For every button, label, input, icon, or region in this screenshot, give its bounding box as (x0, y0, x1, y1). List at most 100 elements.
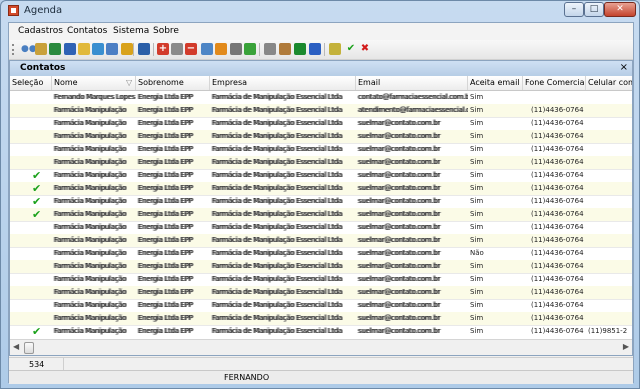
table-row[interactable]: Farmácia Manipulação Energia Ltda EPP Farm… (10, 247, 632, 261)
cell-empresa[interactable]: Farmácia de Manipulação Essencial Ltda (210, 260, 356, 273)
cell-celular-comercial[interactable] (586, 312, 632, 325)
cell-email[interactable]: suelmar@contato.com.br (356, 286, 468, 299)
cell-aceita-email[interactable]: Sim (468, 130, 523, 143)
table-row[interactable]: ✔ Farmácia ManipulaçãoEnergia Ltda EPPFar… (10, 325, 632, 339)
selection-check-icon[interactable]: ✔ (32, 195, 41, 208)
cell-celular-comercial[interactable] (586, 182, 632, 195)
cell-sobrenome[interactable]: Energia Ltda EPP (136, 234, 210, 247)
cell-nome[interactable]: Farmácia Manipulação (52, 182, 136, 195)
cell-empresa[interactable]: Farmácia de Manipulação Essencial Ltda (210, 104, 356, 117)
cell-email[interactable]: suelmar@contato.com.br (356, 299, 468, 312)
notes-icon[interactable] (309, 43, 321, 55)
cell-sobrenome[interactable]: Energia Ltda EPP (136, 117, 210, 130)
cell-aceita-email[interactable]: Sim (468, 260, 523, 273)
cell-empresa[interactable]: Farmácia de Manipulação Essencial Ltda (210, 143, 356, 156)
export-icon[interactable] (215, 43, 227, 55)
cell-celular-comercial[interactable] (586, 91, 632, 104)
list-icon[interactable] (279, 43, 291, 55)
cell-email[interactable]: suelmar@contato.com.br (356, 260, 468, 273)
cell-aceita-email[interactable]: Sim (468, 325, 523, 338)
card-alt-icon[interactable] (294, 43, 306, 55)
cell-fone-comercial[interactable]: (11)4436-0764 (523, 299, 586, 312)
cell-aceita-email[interactable]: Sim (468, 286, 523, 299)
minimize-button[interactable]: – (564, 2, 584, 17)
cell-fone-comercial[interactable]: (11)4436-0764 (523, 325, 586, 338)
cell-nome[interactable]: Farmácia Manipulação (52, 208, 136, 221)
card-icon[interactable] (49, 43, 61, 55)
cell-sobrenome[interactable]: Energia Ltda EPP (136, 130, 210, 143)
selection-check-icon[interactable]: ✔ (32, 169, 41, 182)
cell-email[interactable]: atendimento@farmaciaessencial.com (356, 104, 468, 117)
cell-celular-comercial[interactable] (586, 260, 632, 273)
cell-sobrenome[interactable]: Energia Ltda EPP (136, 182, 210, 195)
cancel-icon[interactable]: ✖ (359, 43, 371, 55)
cell-fone-comercial[interactable]: (11)4436-0764 (523, 169, 586, 182)
cell-fone-comercial[interactable]: (11)4436-0764 (523, 234, 586, 247)
menu-sobre[interactable]: Sobre (153, 26, 179, 36)
cell-nome[interactable]: Farmácia Manipulação (52, 156, 136, 169)
selection-check-icon[interactable]: ✔ (32, 325, 41, 338)
cell-fone-comercial[interactable]: (11)4436-0764 (523, 208, 586, 221)
cell-aceita-email[interactable]: Sim (468, 195, 523, 208)
edit-icon[interactable] (171, 43, 183, 55)
cell-aceita-email[interactable]: Sim (468, 312, 523, 325)
search-icon[interactable] (201, 43, 213, 55)
selection-check-icon[interactable]: ✔ (32, 208, 41, 221)
cell-aceita-email[interactable]: Sim (468, 104, 523, 117)
cell-nome[interactable]: Farmácia Manipulação (52, 130, 136, 143)
maximize-button[interactable]: □ (584, 2, 604, 17)
title-bar[interactable]: Agenda – □ ✕ (1, 1, 639, 21)
cell-empresa[interactable]: Farmácia de Manipulação Essencial Ltda (210, 130, 356, 143)
cell-nome[interactable]: Fernando Marques Lopes (52, 91, 136, 104)
cell-fone-comercial[interactable]: (11)4436-0764 (523, 273, 586, 286)
cell-celular-comercial[interactable] (586, 156, 632, 169)
phone-book-icon[interactable] (138, 43, 150, 55)
cell-nome[interactable]: Farmácia Manipulação (52, 169, 136, 182)
table-row[interactable]: ✔ Farmácia ManipulaçãoEnergia Ltda EPPFar… (10, 169, 632, 183)
sync-icon[interactable] (106, 43, 118, 55)
cell-email[interactable]: suelmar@contato.com.br (356, 312, 468, 325)
cell-aceita-email[interactable]: Sim (468, 208, 523, 221)
table-row[interactable]: ✔ Farmácia ManipulaçãoEnergia Ltda EPPFar… (10, 195, 632, 209)
cell-empresa[interactable]: Farmácia de Manipulação Essencial Ltda (210, 117, 356, 130)
cell-sobrenome[interactable]: Energia Ltda EPP (136, 286, 210, 299)
cell-aceita-email[interactable]: Sim (468, 234, 523, 247)
cell-sobrenome[interactable]: Energia Ltda EPP (136, 247, 210, 260)
cell-nome[interactable]: Farmácia Manipulação (52, 286, 136, 299)
cell-sobrenome[interactable]: Energia Ltda EPP (136, 91, 210, 104)
cell-aceita-email[interactable]: Sim (468, 299, 523, 312)
cell-fone-comercial[interactable]: (11)4436-0764 (523, 260, 586, 273)
cell-sobrenome[interactable]: Energia Ltda EPP (136, 169, 210, 182)
table-row[interactable]: Farmácia Manipulação Energia Ltda EPP Farm… (10, 273, 632, 287)
cell-email[interactable]: suelmar@contato.com.br (356, 208, 468, 221)
sort-icon[interactable]: ▽ (124, 76, 134, 90)
cell-sobrenome[interactable]: Energia Ltda EPP (136, 143, 210, 156)
cell-nome[interactable]: Farmácia Manipulação (52, 325, 136, 338)
cell-nome[interactable]: Farmácia Manipulação (52, 234, 136, 247)
cell-nome[interactable]: Farmácia Manipulação (52, 247, 136, 260)
cell-celular-comercial[interactable] (586, 208, 632, 221)
cell-aceita-email[interactable]: Sim (468, 169, 523, 182)
cell-aceita-email[interactable]: Sim (468, 182, 523, 195)
cell-nome[interactable]: Farmácia Manipulação (52, 260, 136, 273)
cell-aceita-email[interactable]: Sim (468, 273, 523, 286)
cell-empresa[interactable]: Farmácia de Manipulação Essencial Ltda (210, 91, 356, 104)
selection-check-icon[interactable]: ✔ (32, 182, 41, 195)
cell-nome[interactable]: Farmácia Manipulação (52, 117, 136, 130)
column-header[interactable]: Seleção (10, 76, 52, 90)
cell-email[interactable]: suelmar@contato.com.br (356, 156, 468, 169)
table-row[interactable]: Farmácia Manipulação Energia Ltda EPP Farm… (10, 117, 632, 131)
cell-fone-comercial[interactable]: (11)4436-0764 (523, 117, 586, 130)
cell-sobrenome[interactable]: Energia Ltda EPP (136, 299, 210, 312)
cell-fone-comercial[interactable] (523, 91, 586, 104)
cell-sobrenome[interactable]: Energia Ltda EPP (136, 312, 210, 325)
cell-aceita-email[interactable]: Sim (468, 91, 523, 104)
column-header[interactable]: Empresa (210, 76, 356, 90)
scroll-right-icon[interactable]: ▶ (623, 342, 629, 351)
cell-empresa[interactable]: Farmácia de Manipulação Essencial Ltda (210, 312, 356, 325)
cell-email[interactable]: suelmar@contato.com.br (356, 325, 468, 338)
table-row[interactable]: ✔ Farmácia ManipulaçãoEnergia Ltda EPPFar… (10, 208, 632, 222)
column-header[interactable]: Aceita email (468, 76, 523, 90)
cell-fone-comercial[interactable]: (11)4436-0764 (523, 195, 586, 208)
cell-nome[interactable]: Farmácia Manipulação (52, 312, 136, 325)
